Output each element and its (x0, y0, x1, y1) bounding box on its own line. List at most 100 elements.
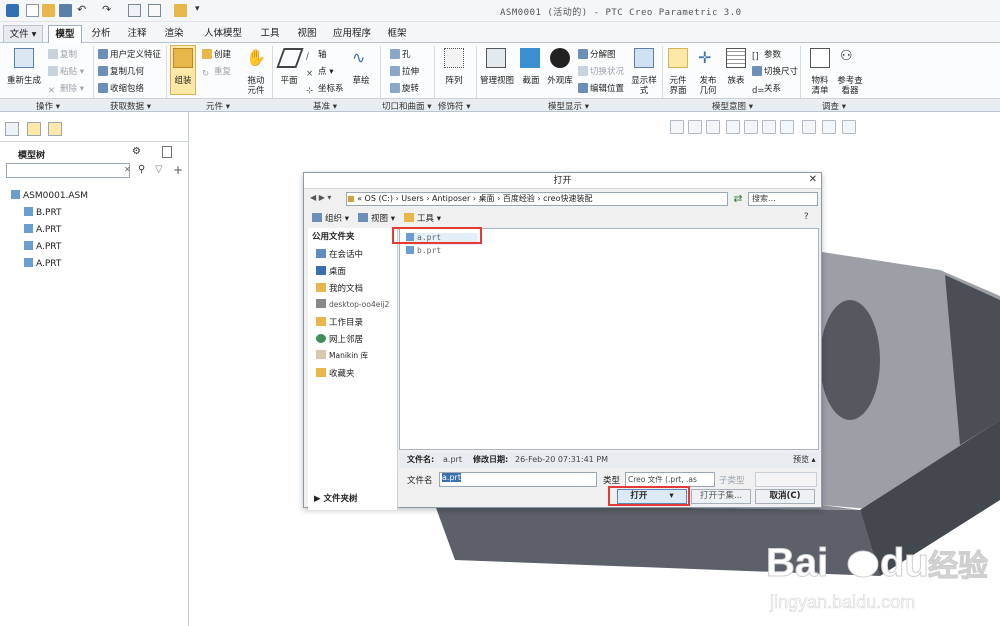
folder-in-session[interactable]: 在会话中 (316, 248, 363, 260)
paste-button[interactable]: 粘贴 ▾ (60, 67, 84, 77)
tree-item-assembly[interactable]: ASM0001.ASM (11, 190, 88, 201)
group-cut-surface[interactable]: 切口和曲面 ▾ (382, 100, 431, 112)
group-investigate[interactable]: 调查 ▾ (822, 100, 846, 112)
plane-button[interactable]: 平面 (274, 76, 304, 86)
favorites-tab[interactable] (48, 122, 62, 136)
csys-button[interactable]: 坐标系 (318, 84, 344, 94)
folder-network[interactable]: 网上邻居 (316, 333, 363, 345)
tree-settings-icon[interactable]: ⚙ (132, 146, 142, 158)
tab-render[interactable]: 渲染 (159, 25, 189, 43)
folder-working-directory[interactable]: 工作目录 (316, 316, 363, 328)
folder-favorites[interactable]: 收藏夹 (316, 367, 355, 379)
breadcrumb-users[interactable]: Users (401, 194, 423, 203)
extrude-button[interactable]: 拉伸 (402, 67, 419, 77)
regenerate-icon[interactable] (128, 4, 141, 17)
reference-viewer-button[interactable]: 参考查 看器 (832, 76, 868, 96)
view-manager-icon[interactable] (802, 120, 816, 134)
copy-geometry-button[interactable]: 复制几何 (110, 67, 144, 77)
folder-tree-toggle[interactable]: ▶ 文件夹树 (314, 492, 358, 504)
nav-back-forward-icon[interactable]: ◀ ▶ ▾ (310, 193, 331, 202)
repeat-button[interactable]: 重复 (214, 67, 231, 77)
add-column-icon[interactable]: + (173, 163, 183, 177)
axis-button[interactable]: 轴 (318, 50, 327, 60)
appearance-button[interactable]: 外观库 (544, 76, 576, 86)
revolve-button[interactable]: 旋转 (402, 84, 419, 94)
tree-item-part[interactable]: A.PRT (24, 241, 61, 252)
spin-center-icon[interactable] (842, 120, 856, 134)
tab-annotate[interactable]: 注释 (122, 25, 152, 43)
shrinkwrap-button[interactable]: 收缩包络 (110, 84, 144, 94)
manage-views-button[interactable]: 管理视图 (478, 76, 516, 86)
open-subset-button[interactable]: 打开子集... (691, 489, 751, 504)
breadcrumb-desktop[interactable]: 桌面 (479, 194, 495, 203)
tab-analysis[interactable]: 分析 (86, 25, 116, 43)
tab-applications[interactable]: 应用程序 (328, 25, 376, 43)
group-datum[interactable]: 基准 ▾ (313, 100, 337, 112)
group-model-intent[interactable]: 模型意图 ▾ (712, 100, 753, 112)
breadcrumb-drive[interactable]: OS (C:) (365, 194, 393, 203)
copy-button[interactable]: 复制 (60, 50, 77, 60)
edit-position-button[interactable]: 编辑位置 (590, 84, 624, 94)
tab-view[interactable]: 视图 (292, 25, 322, 43)
create-button[interactable]: 创建 (214, 50, 231, 60)
search-input[interactable]: 搜索... (748, 192, 818, 206)
undo-icon[interactable]: ↶ (77, 4, 90, 17)
folder-desktop[interactable]: 桌面 (316, 265, 346, 277)
folder-my-documents[interactable]: 我的文档 (316, 282, 363, 294)
user-feature-button[interactable]: 用户定义特征 (110, 50, 161, 60)
component-interface-button[interactable]: 元件 界面 (662, 76, 694, 96)
filter-icon[interactable]: ▽ (155, 164, 163, 175)
tree-search-input[interactable] (6, 163, 130, 178)
file-item-b[interactable]: b.prt (406, 246, 441, 255)
subtype-select[interactable] (755, 472, 817, 487)
relations-button[interactable]: 关系 (764, 84, 781, 94)
tree-item-part[interactable]: A.PRT (24, 258, 61, 269)
type-select[interactable]: Creo 文件 (.prt, .as (625, 472, 715, 487)
family-table-button[interactable]: 族表 (720, 76, 752, 86)
explode-button[interactable]: 分解图 (590, 50, 616, 60)
model-tree-tab[interactable] (5, 122, 19, 136)
pattern-button[interactable]: 阵列 (438, 76, 470, 86)
folder-browser-tab[interactable] (27, 122, 41, 136)
sketch-button[interactable]: 草绘 (346, 76, 376, 86)
tools-menu[interactable]: 工具 ▾ (404, 212, 441, 224)
new-file-icon[interactable] (26, 4, 39, 17)
point-button[interactable]: 点 ▾ (318, 67, 333, 77)
group-model-display[interactable]: 模型显示 ▾ (548, 100, 589, 112)
display-style-icon[interactable] (780, 120, 794, 134)
tab-model[interactable]: 模型 (48, 25, 82, 43)
tree-columns-icon[interactable] (162, 146, 172, 158)
redo-icon[interactable]: ↷ (102, 4, 115, 17)
display-style-button[interactable]: 显示样 式 (626, 76, 662, 96)
filename-input[interactable]: a.prt (439, 472, 597, 487)
toggle-status-button[interactable]: 切换状况 (590, 67, 624, 77)
tree-item-part[interactable]: B.PRT (24, 207, 62, 218)
open-file-icon[interactable] (42, 4, 55, 17)
folder-computer[interactable]: desktop-oo4eij2 (316, 299, 389, 309)
clear-search-icon[interactable]: ✕ (124, 165, 131, 174)
saved-views-icon[interactable] (762, 120, 776, 134)
customize-icon[interactable]: ▾ (195, 4, 208, 17)
close-window-icon[interactable] (174, 4, 187, 17)
preview-toggle[interactable]: 预览 ▴ (793, 452, 816, 468)
repaint-icon[interactable] (726, 120, 740, 134)
save-icon[interactable] (59, 4, 72, 17)
find-icon[interactable]: ⚲ (138, 164, 145, 175)
breadcrumb-current[interactable]: creo快速装配 (543, 194, 592, 203)
tree-item-part[interactable]: A.PRT (24, 224, 61, 235)
tab-framework[interactable]: 框架 (382, 25, 412, 43)
folder-manikin-library[interactable]: Manikin 库 (316, 350, 368, 361)
group-operations[interactable]: 操作 ▾ (36, 100, 60, 112)
zoom-out-icon[interactable] (706, 120, 720, 134)
window-icon[interactable] (148, 4, 161, 17)
refresh-icon[interactable]: ⇄ (731, 192, 745, 206)
help-icon[interactable]: ? (804, 212, 809, 222)
tab-manikin[interactable]: 人体模型 (196, 25, 250, 43)
breadcrumb-folder[interactable]: 百度经验 (503, 194, 535, 203)
group-modifiers[interactable]: 修饰符 ▾ (438, 100, 470, 112)
regenerate-icon[interactable] (14, 48, 34, 68)
reorient-icon[interactable] (744, 120, 758, 134)
organize-menu[interactable]: 组织 ▾ (312, 212, 349, 224)
group-components[interactable]: 元件 ▾ (206, 100, 230, 112)
cancel-button[interactable]: 取消(C) (755, 489, 815, 504)
